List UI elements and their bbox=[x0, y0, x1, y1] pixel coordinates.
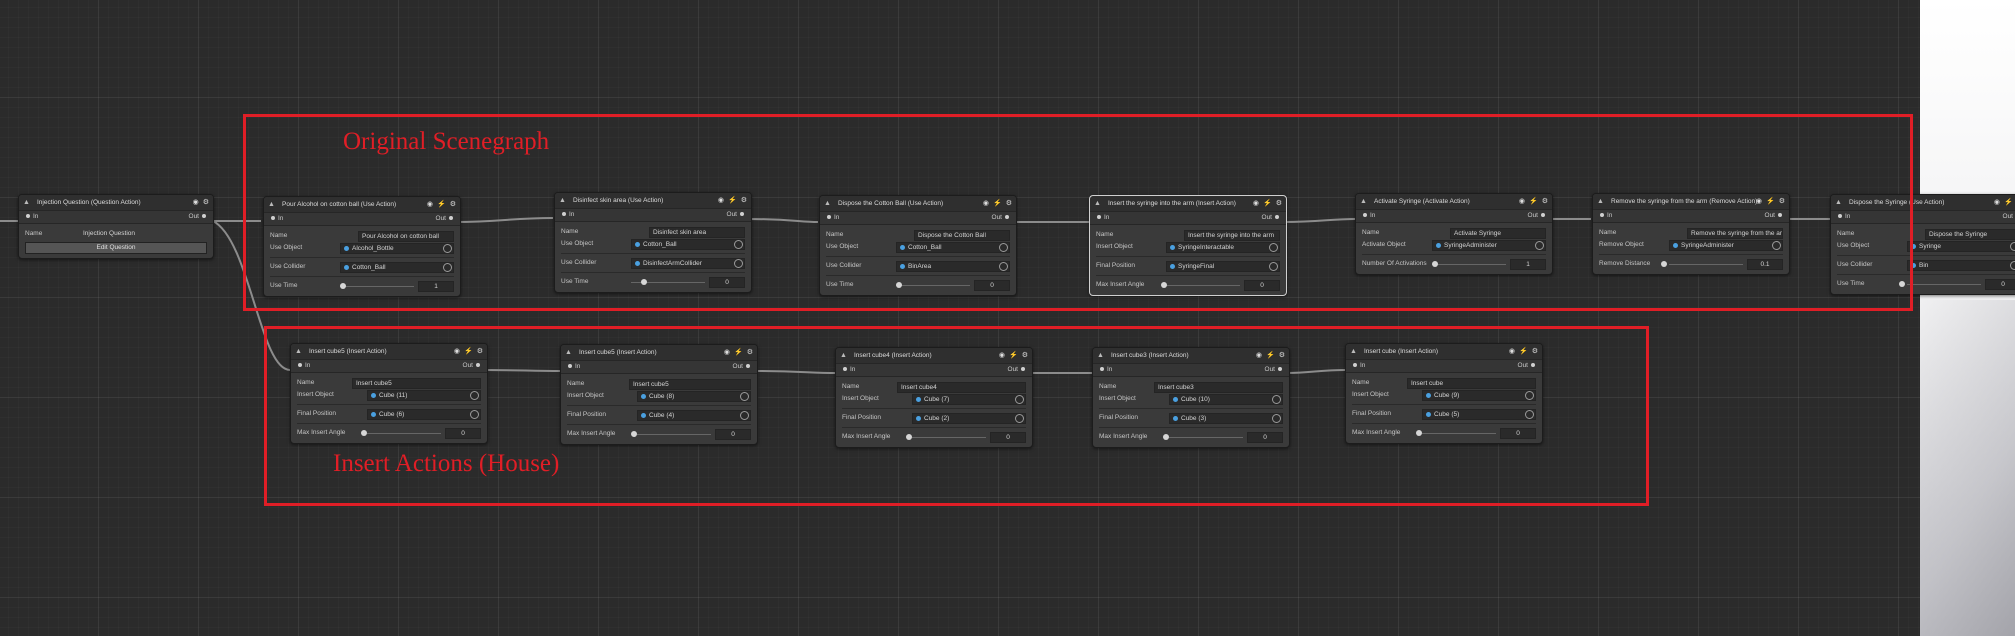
name-field[interactable]: Injection Question bbox=[80, 229, 207, 238]
node-title: Injection Question (Question Action) bbox=[37, 199, 141, 206]
node-header[interactable]: ▲ Injection Question (Question Action) ◉ ⚙ bbox=[19, 195, 213, 210]
node-ports: In Out bbox=[19, 210, 213, 224]
collapse-icon[interactable]: ▲ bbox=[23, 195, 30, 210]
in-port-label: In bbox=[33, 213, 39, 220]
bolt-icon[interactable]: ⚡ bbox=[2004, 195, 2013, 210]
insert-actions-label: Insert Actions (House) bbox=[333, 450, 560, 477]
number-field[interactable]: 0 bbox=[1985, 279, 2015, 290]
object-field[interactable]: Bin bbox=[1907, 260, 2015, 271]
gear-icon[interactable]: ⚙ bbox=[203, 195, 209, 210]
scene-view-panel bbox=[1920, 0, 2015, 636]
field-label: Name bbox=[25, 230, 43, 237]
edit-question-button[interactable]: Edit Question bbox=[25, 242, 207, 254]
out-port[interactable]: Out bbox=[189, 211, 209, 223]
out-port[interactable]: Out bbox=[2003, 211, 2015, 223]
insert-actions-box bbox=[264, 326, 1649, 506]
in-port[interactable]: In bbox=[23, 211, 38, 223]
object-value: Syringe bbox=[1919, 243, 1942, 250]
name-field[interactable]: Dispose the Syringe bbox=[1925, 229, 2015, 240]
node-injection-question[interactable]: ▲ Injection Question (Question Action) ◉ ⚙… bbox=[18, 194, 214, 259]
eye-icon[interactable]: ◉ bbox=[1994, 195, 2000, 210]
object-picker-icon[interactable] bbox=[2010, 261, 2015, 270]
scene-shadow bbox=[1920, 300, 2015, 636]
object-field[interactable]: Syringe bbox=[1907, 241, 2015, 252]
object-value: Bin bbox=[1919, 262, 1929, 269]
eye-icon[interactable]: ◉ bbox=[193, 195, 199, 210]
node-connections bbox=[0, 217, 1830, 374]
out-port-label: Out bbox=[2002, 213, 2013, 220]
original-scenegraph-label: Original Scenegraph bbox=[343, 128, 550, 155]
out-port-label: Out bbox=[188, 213, 199, 220]
object-picker-icon[interactable] bbox=[2010, 242, 2015, 251]
slider-track[interactable] bbox=[1907, 284, 1981, 285]
